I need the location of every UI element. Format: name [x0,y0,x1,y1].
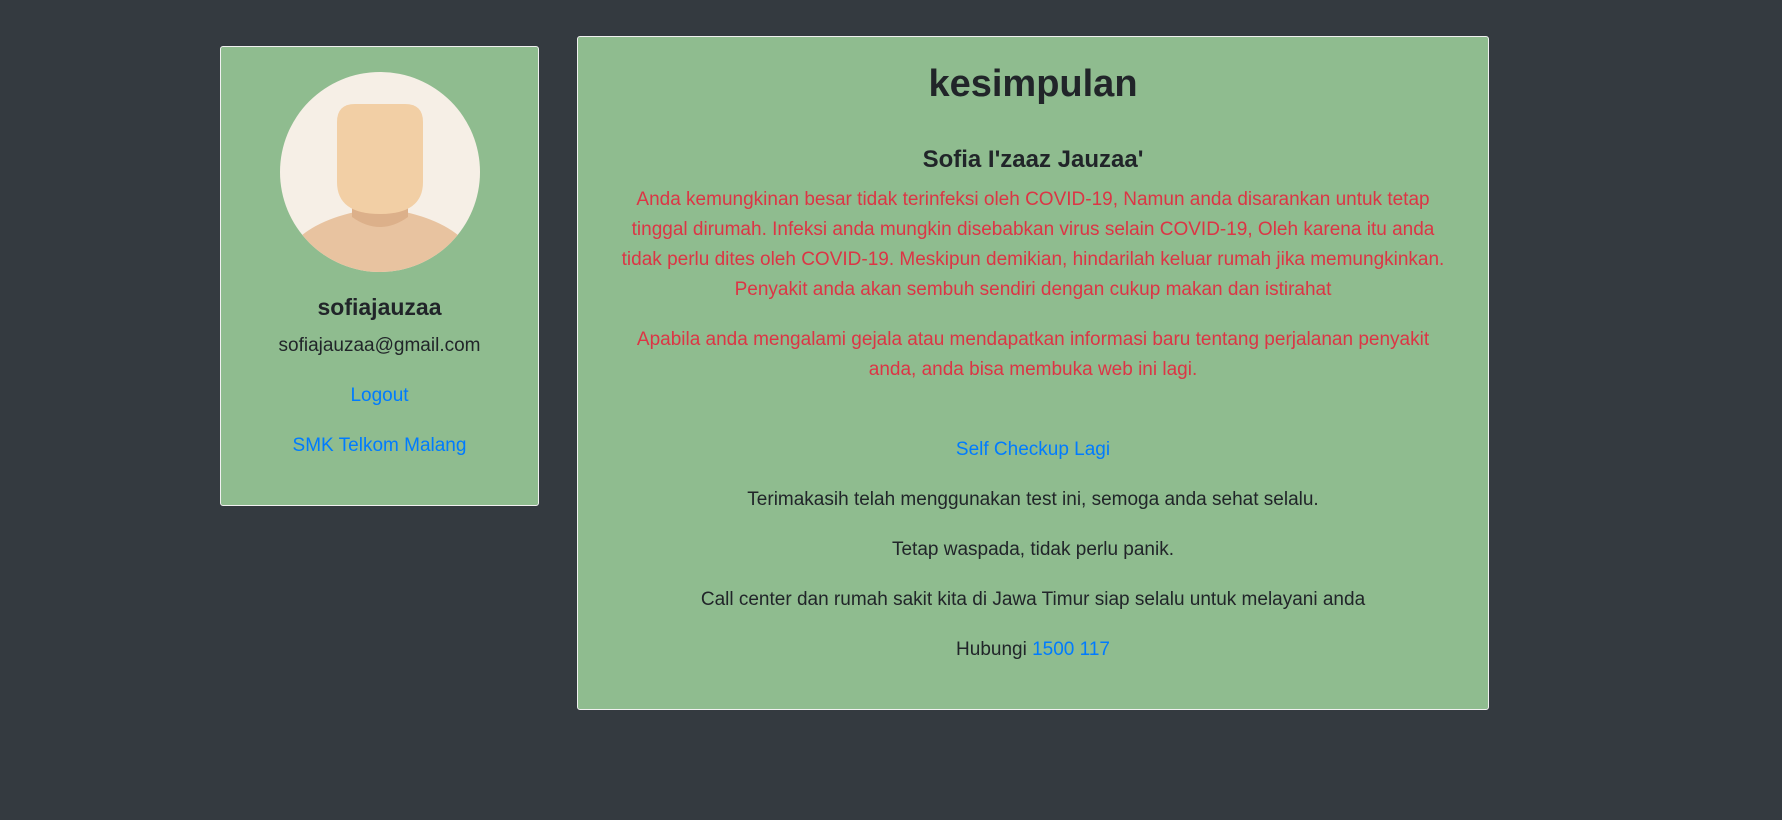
alert-text: Tetap waspada, tidak perlu panik. [891,539,1174,560]
person-placeholder-icon [280,72,480,272]
result-card: kesimpulan Sofia I'zaaz Jauzaa' Anda kem… [577,36,1489,710]
profile-email: sofiajauzaa@gmail.com [278,335,481,356]
self-checkup-again-link[interactable]: Self Checkup Lagi [956,439,1110,460]
school-link[interactable]: SMK Telkom Malang [293,435,467,456]
thanks-text: Terimakasih telah menggunakan test ini, … [747,489,1319,510]
profile-username: sofiajauzaa [317,294,442,320]
patient-name: Sofia I'zaaz Jauzaa' [922,146,1144,173]
followup-text: Apabila anda mengalami gejala atau menda… [636,329,1430,380]
result-text: Anda kemungkinan besar tidak terinfeksi … [621,189,1445,300]
page-title: kesimpulan [928,63,1138,105]
profile-card: sofiajauzaa sofiajauzaa@gmail.com Logout… [220,46,539,506]
contact-prefix: Hubungi [956,639,1027,660]
callcenter-text: Call center dan rumah sakit kita di Jawa… [700,589,1366,610]
contact-number-link[interactable]: 1500 117 [1032,639,1110,660]
contact-line: Hubungi 1500 117 [578,637,1488,663]
logout-link[interactable]: Logout [350,385,408,406]
